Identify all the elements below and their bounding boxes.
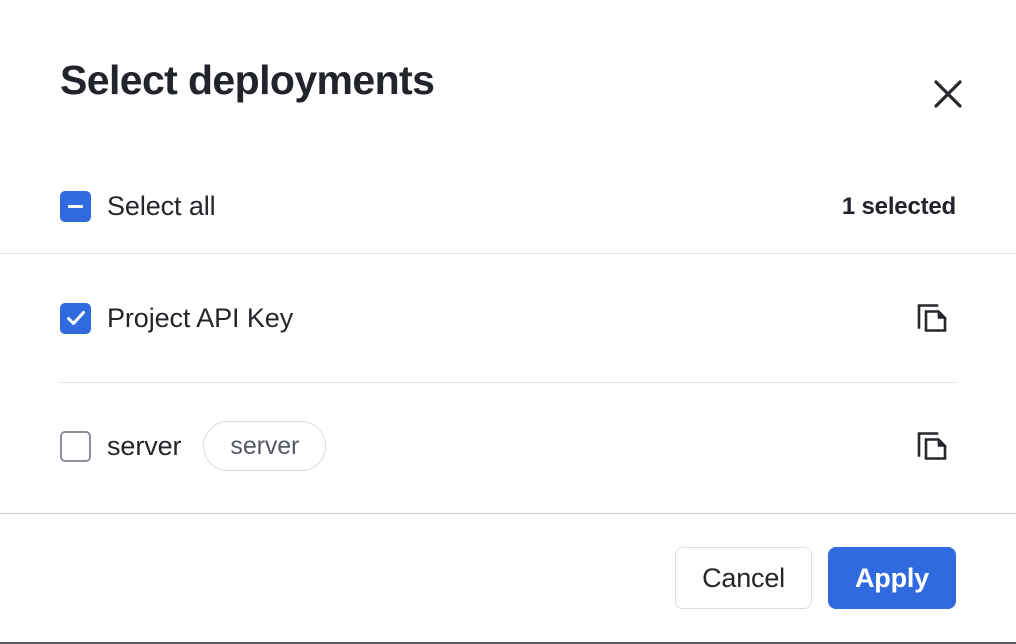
deployment-checkbox[interactable] xyxy=(60,431,91,462)
deployment-toggle-project-api-key[interactable]: Project API Key xyxy=(60,303,908,334)
copy-icon xyxy=(913,299,951,337)
copy-button[interactable] xyxy=(908,294,956,342)
deployment-checkbox[interactable] xyxy=(60,303,91,334)
copy-icon xyxy=(913,427,951,465)
deployment-label: server xyxy=(107,433,181,460)
select-deployments-dialog: Select deployments Select all 1 selected xyxy=(0,0,1016,644)
deployment-list: Project API Key server server xyxy=(0,254,1016,514)
select-all-control[interactable]: Select all xyxy=(60,191,842,222)
status-badge: server xyxy=(203,421,326,471)
deployment-toggle-server[interactable]: server server xyxy=(60,421,908,471)
minus-icon xyxy=(68,205,83,208)
copy-button[interactable] xyxy=(908,422,956,470)
deployment-label: Project API Key xyxy=(107,305,293,332)
close-button[interactable] xyxy=(924,70,972,118)
check-icon xyxy=(65,307,87,329)
apply-button[interactable]: Apply xyxy=(828,547,956,609)
page-title: Select deployments xyxy=(60,58,956,103)
close-icon xyxy=(931,77,965,111)
list-item[interactable]: server server xyxy=(60,382,956,510)
select-all-label: Select all xyxy=(107,193,216,220)
dialog-header: Select deployments xyxy=(0,0,1016,160)
cancel-button[interactable]: Cancel xyxy=(675,547,812,609)
dialog-footer: Cancel Apply xyxy=(0,514,1016,642)
list-item[interactable]: Project API Key xyxy=(60,254,956,382)
select-all-row: Select all 1 selected xyxy=(0,160,1016,254)
select-all-checkbox[interactable] xyxy=(60,191,91,222)
selected-count: 1 selected xyxy=(842,193,956,221)
